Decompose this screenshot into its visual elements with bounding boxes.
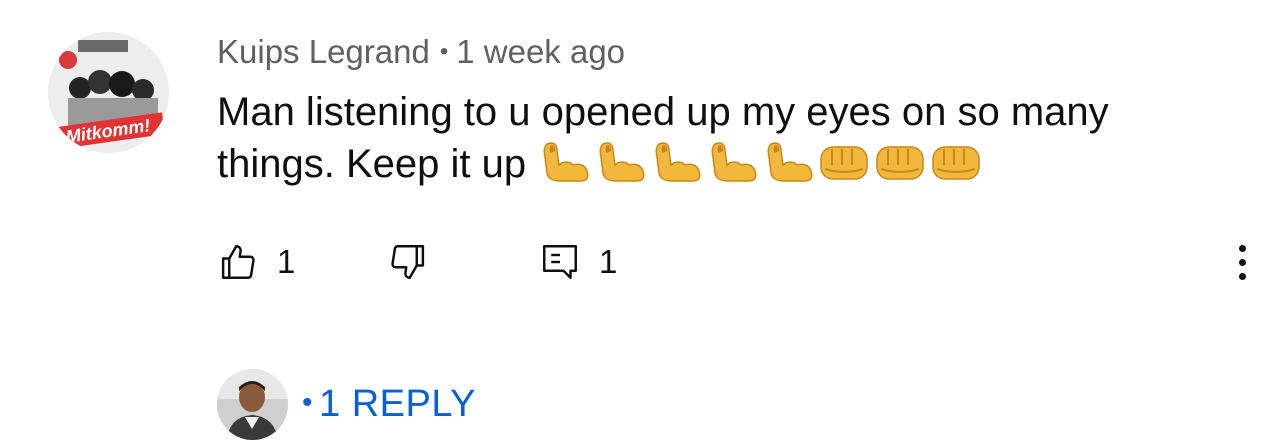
oncoming-fist-icon — [876, 146, 924, 181]
flexed-biceps-icon — [711, 142, 757, 183]
reply-count: 1 — [599, 243, 618, 280]
replies-label: 1 REPLY — [319, 382, 476, 425]
more-options-button[interactable] — [1227, 240, 1257, 284]
thumbs-down-icon — [391, 245, 425, 279]
replier-avatar — [217, 368, 288, 440]
reply-button[interactable]: 1 — [539, 240, 617, 284]
emoji-row — [537, 139, 983, 185]
author-name[interactable]: Kuips Legrand — [217, 33, 430, 70]
flexed-biceps-icon — [655, 142, 701, 183]
like-count: 1 — [277, 243, 296, 280]
more-vertical-icon-dot — [1238, 258, 1246, 266]
oncoming-fist-icon — [820, 146, 868, 181]
separator-dot: • — [439, 38, 449, 65]
replier-avatar-image — [217, 368, 288, 440]
replies-link[interactable]: • 1 REPLY — [302, 383, 476, 426]
thumbs-up-icon — [221, 245, 255, 279]
comment-timestamp: 1 week ago — [456, 33, 626, 70]
dislike-button[interactable] — [387, 240, 429, 284]
flexed-biceps-icon — [599, 142, 645, 183]
author-avatar[interactable]: Mitkomm! — [48, 32, 169, 153]
more-vertical-icon-dot — [1238, 272, 1246, 280]
like-button[interactable]: 1 — [217, 240, 295, 284]
comment-thread: Mitkomm! Kuips Legrand • 1 week ago Man li… — [0, 0, 1284, 445]
comment-icon — [543, 245, 577, 279]
separator-dot: • — [302, 385, 314, 419]
flexed-biceps-icon — [767, 142, 813, 183]
flexed-biceps-icon — [543, 142, 589, 183]
comment-header: Kuips Legrand • 1 week ago — [217, 32, 625, 76]
more-vertical-icon-dot — [1238, 244, 1246, 252]
comment-body: Man listening to u opened up my eyes on … — [217, 86, 1217, 190]
comment-actions: 1 1 — [217, 240, 1257, 284]
view-replies-button[interactable]: • 1 REPLY — [217, 368, 476, 440]
avatar-image: Mitkomm! — [48, 32, 169, 153]
oncoming-fist-icon — [932, 146, 980, 181]
